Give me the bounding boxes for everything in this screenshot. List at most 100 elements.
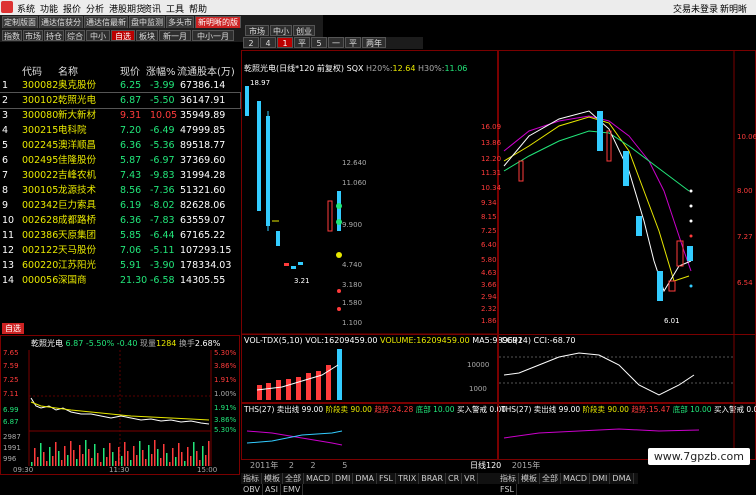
intraday-volume-bar: [40, 443, 42, 466]
indicator-tab-9[interactable]: CR: [446, 473, 463, 484]
indicator2-tab-4[interactable]: DMI: [590, 473, 611, 484]
stock-price: 9.31: [120, 110, 142, 121]
kline-panel-1: 乾照光电(日线*120 前复权) SQX H20%:12.64 H30%:11.…: [241, 50, 498, 335]
tab-period-7[interactable]: 两年: [362, 37, 386, 48]
menu-item-hk-futures[interactable]: 港股期货: [109, 2, 145, 15]
indicator-tab-2[interactable]: 全部: [283, 473, 304, 484]
stock-name: 天马股份: [58, 245, 97, 256]
stock-row[interactable]: 10 002628 成都路桥 6.36 -7.83 63559.07: [0, 213, 240, 228]
stock-row[interactable]: 12 002122 天马股份 7.06 -5.11 107293.15: [0, 243, 240, 258]
kline2-cci-chart[interactable]: [499, 335, 755, 403]
tab-watchlist[interactable]: 自选: [111, 30, 135, 41]
stock-row[interactable]: 11 002386 天原集团 5.85 -6.44 67165.22: [0, 228, 240, 243]
kline1-ths-chart[interactable]: [242, 403, 497, 459]
stock-row[interactable]: 5 002245 澳洋顺昌 6.36 -5.36 89518.77: [0, 138, 240, 153]
menu-item-quote[interactable]: 报价: [63, 2, 81, 15]
col-float[interactable]: 流通股本(万): [177, 63, 235, 78]
stock-change: -6.97: [150, 155, 175, 166]
tab-period-5[interactable]: 一: [328, 37, 344, 48]
stock-code: 002122: [22, 245, 59, 256]
indicator2-tab-2[interactable]: 全部: [540, 473, 561, 484]
menu-item-analysis[interactable]: 分析: [86, 2, 104, 15]
stock-index: 8: [2, 185, 9, 196]
stock-index: 14: [2, 275, 15, 286]
indicator-tab-7[interactable]: TRIX: [396, 473, 420, 484]
stock-price: 5.85: [120, 230, 142, 241]
tab-index[interactable]: 指数: [2, 30, 22, 41]
indicator-tab-13[interactable]: EMV: [281, 484, 304, 495]
indicator-tab-12[interactable]: ASI: [263, 484, 281, 495]
tab-composite[interactable]: 综合: [65, 30, 85, 41]
tab-sme-month[interactable]: 中小一月: [192, 30, 234, 41]
stock-row[interactable]: 8 300105 龙源技术 8.56 -7.36 51321.60: [0, 183, 240, 198]
stock-name: 吉峰农机: [58, 170, 97, 181]
tab-right-sme[interactable]: 中小: [270, 25, 292, 36]
tab-holdings[interactable]: 持仓: [44, 30, 64, 41]
indicator-tab-6[interactable]: FSL: [377, 473, 396, 484]
tab-right-gem[interactable]: 创业: [293, 25, 315, 36]
tab-period-2[interactable]: 1: [277, 37, 293, 48]
stock-row[interactable]: 1 300082 奥克股份 6.25 -3.99 67386.14: [0, 78, 240, 93]
indicator2-tab-0[interactable]: 指标: [498, 473, 519, 484]
indicator2-tab-3[interactable]: MACD: [561, 473, 590, 484]
intraday-chart[interactable]: [1, 336, 239, 474]
menu-item-function[interactable]: 功能: [40, 2, 58, 15]
tab-period-6[interactable]: 平: [345, 37, 361, 48]
intraday-volume-bar: [193, 442, 195, 466]
menu-item-news[interactable]: 资讯: [143, 2, 161, 15]
kline1-volume-chart[interactable]: [242, 335, 497, 403]
stock-price: 7.06: [120, 245, 142, 256]
indicator-tab-3[interactable]: MACD: [304, 473, 333, 484]
stock-index: 4: [2, 125, 9, 136]
tab-period-4[interactable]: 5: [311, 37, 327, 48]
indicator-tab-11[interactable]: OBV: [241, 484, 264, 495]
stock-float: 178334.03: [180, 260, 232, 271]
indicator2-tab-6[interactable]: FSL: [498, 484, 517, 495]
tab-layout-3[interactable]: 盘中监测: [129, 16, 165, 28]
tab-layout-0[interactable]: 定制版面: [2, 16, 38, 28]
indicator-tab-8[interactable]: BRAR: [419, 473, 447, 484]
indicator-tab-0[interactable]: 指标: [241, 473, 262, 484]
tab-period-1[interactable]: 4: [260, 37, 276, 48]
col-change[interactable]: 涨幅%: [146, 63, 176, 78]
stock-row[interactable]: 7 300022 吉峰农机 7.43 -9.83 31994.28: [0, 168, 240, 183]
tab-period-0[interactable]: 2: [243, 37, 259, 48]
stock-row[interactable]: 4 300215 电科院 7.20 -6.49 47999.85: [0, 123, 240, 138]
tab-layout-1[interactable]: 通达信获分: [39, 16, 83, 28]
login-status[interactable]: 交易未登录: [673, 2, 718, 15]
stock-index: 2: [2, 95, 9, 106]
indicator-tab-5[interactable]: DMA: [353, 473, 377, 484]
stock-row[interactable]: 9 002342 巨力索具 6.19 -8.02 82628.06: [0, 198, 240, 213]
menu-item-tools[interactable]: 工具: [166, 2, 184, 15]
menu-item-help[interactable]: 帮助: [189, 2, 207, 15]
tab-market[interactable]: 市场: [23, 30, 43, 41]
stock-row[interactable]: 2 300102 乾照光电 6.87 -5.50 36147.91: [0, 92, 241, 109]
stock-row[interactable]: 6 002495 佳隆股份 5.87 -6.97 37369.60: [0, 153, 240, 168]
kline1-chart[interactable]: [242, 51, 497, 334]
stock-row[interactable]: 13 600220 江苏阳光 5.91 -3.90 178334.03: [0, 258, 240, 273]
indicator-tab-4[interactable]: DMI: [333, 473, 354, 484]
kline2-chart[interactable]: [499, 51, 755, 334]
indicator2-tab-5[interactable]: DMA: [610, 473, 634, 484]
col-price[interactable]: 现价: [120, 63, 140, 78]
tab-new-month[interactable]: 新一月: [159, 30, 191, 41]
stock-row[interactable]: 14 000056 深国商 21.30 -6.58 14305.55: [0, 273, 240, 288]
indicator2-tab-1[interactable]: 模板: [519, 473, 540, 484]
indicator-tab-1[interactable]: 模板: [262, 473, 283, 484]
stock-index: 7: [2, 170, 9, 181]
stock-float: 31994.28: [180, 170, 226, 181]
menu-item-system[interactable]: 系统: [17, 2, 35, 15]
tab-layout-2[interactable]: 通达信最新盘: [84, 16, 128, 39]
tab-sme[interactable]: 中小: [86, 30, 110, 41]
tab-layout-4[interactable]: 多头市: [166, 16, 194, 28]
tab-period-3[interactable]: 平: [294, 37, 310, 48]
tab-layout-5[interactable]: 新明晰的版: [195, 16, 241, 28]
watchlist-label[interactable]: 自选: [2, 323, 24, 334]
tab-sector[interactable]: 板块: [136, 30, 158, 41]
col-name[interactable]: 名称: [58, 63, 78, 78]
tab-right-market[interactable]: 市场: [245, 25, 269, 36]
stock-row[interactable]: 3 300080 新大新材 9.31 10.05 35949.89: [0, 108, 240, 123]
col-code[interactable]: 代码: [22, 63, 42, 78]
stock-name: 巨力索具: [58, 200, 97, 211]
indicator-tab-10[interactable]: VR: [462, 473, 479, 484]
